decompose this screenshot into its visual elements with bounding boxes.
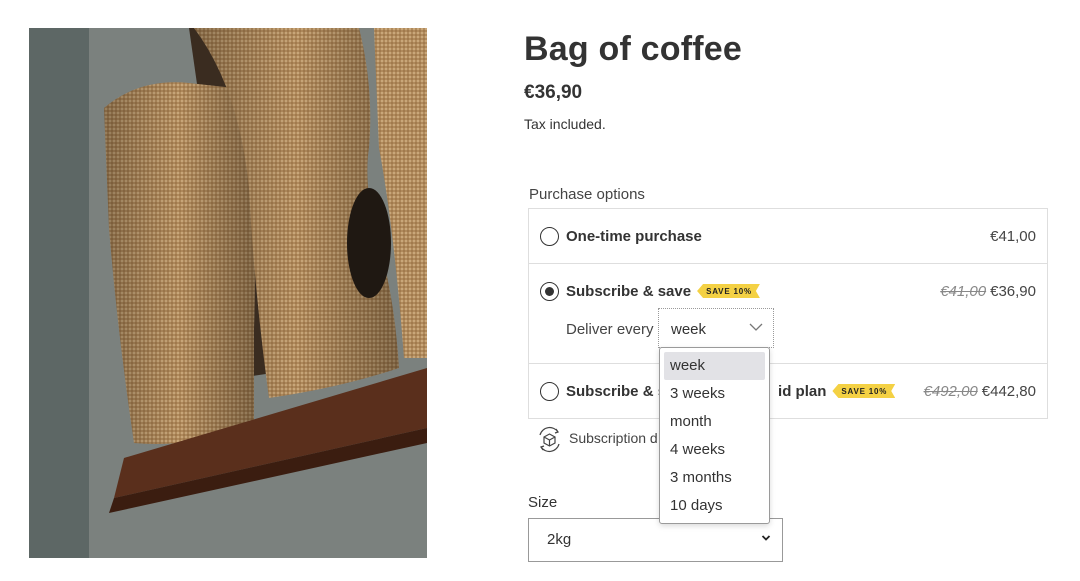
one-time-radio[interactable] [540, 227, 559, 246]
tax-note: Tax included. [524, 116, 606, 132]
dropdown-option[interactable]: month [664, 408, 765, 436]
subscribe-label: Subscribe & save [566, 283, 692, 300]
size-label: Size [528, 494, 558, 511]
subscription-details-text: Subscription d [569, 430, 658, 447]
dropdown-option[interactable]: 4 weeks [664, 436, 765, 464]
option-subscribe-save[interactable]: Subscribe & save SAVE 10% €41,00 €36,90 De… [529, 264, 1047, 364]
size-select[interactable]: 2kg [528, 518, 783, 562]
prepaid-radio[interactable] [540, 382, 559, 401]
deliver-every-label: Deliver every [566, 321, 654, 338]
subscription-details[interactable]: Subscription d [536, 426, 658, 453]
dropdown-option[interactable]: 3 months [664, 464, 765, 492]
dropdown-option[interactable]: week [664, 352, 765, 380]
deliver-frequency-dropdown[interactable]: week 3 weeks month 4 weeks 3 months 10 d… [659, 347, 770, 524]
subscribe-option-name: Subscribe & save SAVE 10% [566, 283, 760, 300]
product-image [29, 28, 427, 558]
prepaid-label-start: Subscribe & s [566, 383, 667, 400]
save-badge: SAVE 10% [697, 284, 760, 298]
deliver-frequency-select[interactable]: week [658, 308, 774, 348]
purchase-options-group: One-time purchase €41,00 Subscribe & sav… [528, 208, 1048, 419]
prepaid-current-price: €442,80 [981, 383, 1036, 400]
option-one-time[interactable]: One-time purchase €41,00 [529, 209, 1047, 264]
product-price: €36,90 [524, 82, 583, 103]
subscribe-radio[interactable] [540, 282, 559, 301]
prepaid-label-end: id plan [778, 383, 827, 400]
dropdown-option[interactable]: 10 days [664, 492, 765, 520]
chevron-down-icon [749, 323, 763, 331]
option-prepaid-plan[interactable]: Subscribe & s id plan SAVE 10% €492,00 €442… [529, 364, 1047, 419]
subscribe-current-price: €36,90 [990, 283, 1036, 300]
subscribe-price: €41,00 €36,90 [940, 283, 1036, 300]
prepaid-original-price: €492,00 [923, 383, 978, 400]
dropdown-option[interactable]: 3 weeks [664, 380, 765, 408]
deliver-frequency-value: week [671, 321, 707, 338]
subscribe-original-price: €41,00 [940, 283, 987, 300]
one-time-label: One-time purchase [566, 228, 702, 245]
chevron-down-icon [761, 535, 771, 541]
purchase-options-label: Purchase options [529, 186, 645, 203]
prepaid-save-badge: SAVE 10% [832, 384, 895, 398]
subscription-box-icon [539, 426, 560, 453]
one-time-price: €41,00 [990, 228, 1036, 245]
size-value: 2kg [547, 531, 572, 548]
prepaid-price: €492,00 €442,80 [924, 383, 1036, 400]
product-title: Bag of coffee [524, 30, 742, 68]
